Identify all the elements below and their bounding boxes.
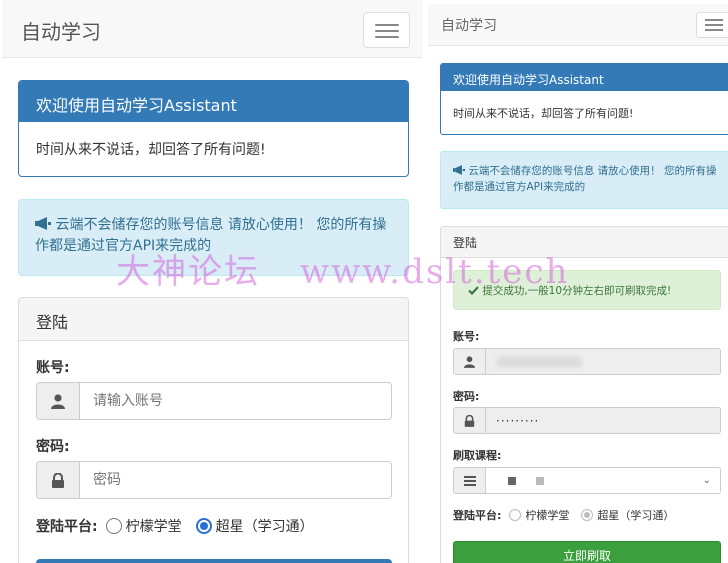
- navbar-brand[interactable]: 自动学习: [21, 16, 101, 45]
- welcome-title: 欢迎使用自动学习Assistant: [441, 64, 728, 91]
- platform-option-ningmeng[interactable]: 柠檬学堂: [525, 507, 569, 523]
- platform-radio-ningmeng[interactable]: [509, 509, 522, 521]
- navbar-brand[interactable]: 自动学习: [441, 15, 497, 35]
- platform-option-chaoxing[interactable]: 超星（学习通）: [597, 507, 674, 523]
- right-screen: 自动学习 欢迎使用自动学习Assistant 时间从来不说话，却回答了所有问题!…: [428, 0, 728, 563]
- navbar: 自动学习: [428, 4, 728, 46]
- password-label: 密码:: [453, 390, 480, 403]
- account-input-group: [36, 382, 392, 420]
- password-input-group: [36, 461, 392, 499]
- welcome-panel: 欢迎使用自动学习Assistant 时间从来不说话，却回答了所有问题!: [18, 80, 409, 177]
- account-label: 账号:: [453, 330, 480, 343]
- platform-selector: 登陆平台: 柠檬学堂 超星（学习通）: [453, 507, 686, 523]
- navbar: 自动学习: [2, 0, 423, 58]
- course-label: 刷取课程:: [453, 449, 502, 462]
- platform-radio-chaoxing[interactable]: [195, 518, 212, 534]
- password-input[interactable]: [80, 462, 391, 498]
- list-icon: [454, 468, 486, 493]
- account-input[interactable]: [486, 349, 720, 374]
- notice-text: 云端不会储存您的账号信息 请放心使用！ 您的所有操作都是通过官方API来完成的: [453, 165, 717, 193]
- welcome-title: 欢迎使用自动学习Assistant: [19, 81, 408, 122]
- submit-button[interactable]: [36, 559, 392, 563]
- megaphone-icon: [453, 165, 468, 177]
- start-brush-button[interactable]: 立即刷取: [453, 541, 721, 563]
- check-icon: [468, 285, 482, 297]
- account-input[interactable]: [80, 383, 391, 419]
- login-title: 登陆: [19, 298, 408, 341]
- redacted-account: [496, 355, 582, 368]
- password-input[interactable]: ·········: [486, 408, 720, 433]
- platform-radio-ningmeng[interactable]: [105, 518, 122, 534]
- user-icon: [454, 349, 486, 374]
- course-select[interactable]: ⌄: [453, 467, 721, 494]
- chevron-down-icon: ⌄: [702, 475, 712, 486]
- left-screen: 自动学习 欢迎使用自动学习Assistant 时间从来不说话，却回答了所有问题!…: [0, 0, 425, 563]
- hamburger-icon: [705, 19, 723, 21]
- password-input-group[interactable]: ·········: [453, 407, 721, 434]
- menu-toggle-button[interactable]: [696, 12, 728, 38]
- welcome-body: 时间从来不说话，却回答了所有问题!: [453, 107, 634, 120]
- platform-option-ningmeng[interactable]: 柠檬学堂: [126, 516, 182, 536]
- welcome-body: 时间从来不说话，却回答了所有问题!: [36, 142, 266, 158]
- hamburger-icon: [375, 24, 399, 26]
- notice-text: 云端不会储存您的账号信息 请放心使用！ 您的所有操作都是通过官方API来完成的: [35, 217, 387, 254]
- megaphone-icon: [35, 217, 55, 233]
- platform-option-chaoxing[interactable]: 超星（学习通）: [216, 516, 314, 536]
- password-label: 密码:: [36, 439, 70, 455]
- platform-radio-chaoxing[interactable]: [581, 509, 594, 521]
- success-alert: 提交成功,一般10分钟左右即可刷取完成!: [453, 270, 721, 310]
- account-input-group[interactable]: [453, 348, 721, 375]
- platform-selector: 登陆平台: 柠檬学堂 超星（学习通）: [36, 516, 328, 536]
- account-label: 账号:: [36, 360, 70, 376]
- platform-label: 登陆平台:: [453, 509, 502, 522]
- user-icon: [37, 383, 80, 419]
- success-text: 提交成功,一般10分钟左右即可刷取完成!: [482, 285, 672, 297]
- notice-alert: 云端不会储存您的账号信息 请放心使用！ 您的所有操作都是通过官方API来完成的: [18, 199, 409, 276]
- lock-icon: [37, 462, 80, 498]
- redacted-course: [508, 476, 544, 485]
- platform-label: 登陆平台:: [36, 519, 98, 535]
- lock-icon: [454, 408, 486, 433]
- notice-alert: 云端不会储存您的账号信息 请放心使用！ 您的所有操作都是通过官方API来完成的: [440, 151, 728, 209]
- login-title: 登陆: [441, 227, 728, 258]
- login-panel: 登陆 提交成功,一般10分钟左右即可刷取完成! 账号: 密码: ········…: [440, 226, 728, 563]
- menu-toggle-button[interactable]: [363, 12, 410, 48]
- welcome-panel: 欢迎使用自动学习Assistant 时间从来不说话，却回答了所有问题!: [440, 63, 728, 135]
- login-panel: 登陆 账号: 密码: 登陆平台: 柠檬学堂 超星（学习通）: [18, 297, 409, 563]
